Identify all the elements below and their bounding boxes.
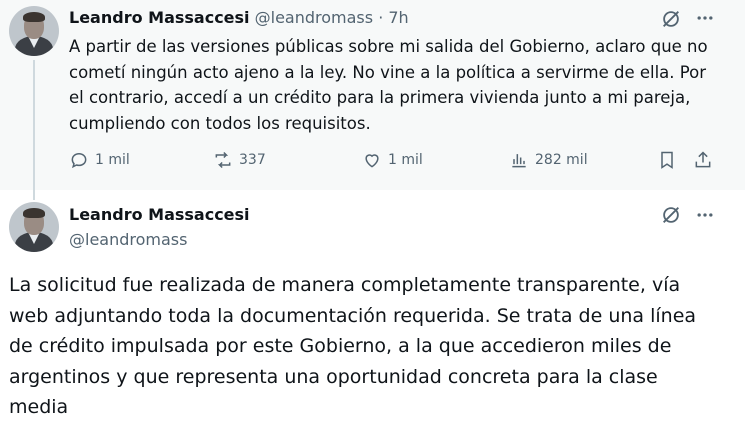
- views-count: 282 mil: [535, 152, 588, 168]
- author-handle[interactable]: @leandromass: [69, 230, 187, 249]
- parent-tweet[interactable]: Leandro Massaccesi @leandromass · 7h A p…: [0, 0, 745, 200]
- repost-button[interactable]: 337: [213, 150, 266, 170]
- grok-icon[interactable]: [660, 8, 682, 34]
- reply-icon: [71, 152, 87, 169]
- tweet-header: Leandro Massaccesi @leandromass · 7h: [69, 8, 409, 27]
- author-name[interactable]: Leandro Massaccesi: [69, 8, 250, 27]
- like-icon: [365, 154, 379, 168]
- like-button[interactable]: 1 mil: [362, 150, 423, 170]
- more-icon[interactable]: [695, 205, 715, 229]
- avatar[interactable]: [9, 202, 59, 252]
- thread-connector-line: [33, 60, 35, 200]
- tweet-time[interactable]: 7h: [388, 8, 408, 27]
- like-count: 1 mil: [388, 152, 423, 168]
- share-button[interactable]: [693, 150, 713, 170]
- repost-count: 337: [239, 152, 266, 168]
- reply-count: 1 mil: [95, 152, 130, 168]
- views-icon: [512, 154, 526, 168]
- author-handle[interactable]: @leandromass: [255, 8, 373, 27]
- more-icon[interactable]: [695, 8, 715, 32]
- tweet-text: A partir de las versiones públicas sobre…: [69, 37, 708, 133]
- grok-icon[interactable]: [660, 204, 682, 230]
- bookmark-icon: [661, 151, 673, 169]
- author-name[interactable]: Leandro Massaccesi: [69, 205, 250, 224]
- reply-button[interactable]: 1 mil: [69, 150, 130, 170]
- share-icon: [695, 151, 711, 168]
- separator-dot: ·: [378, 8, 384, 27]
- tweet-text: La solicitud fue realizada de manera com…: [9, 274, 697, 418]
- avatar[interactable]: [9, 6, 59, 56]
- views-button[interactable]: 282 mil: [509, 150, 588, 170]
- repost-icon: [215, 151, 231, 169]
- bookmark-button[interactable]: [657, 150, 677, 170]
